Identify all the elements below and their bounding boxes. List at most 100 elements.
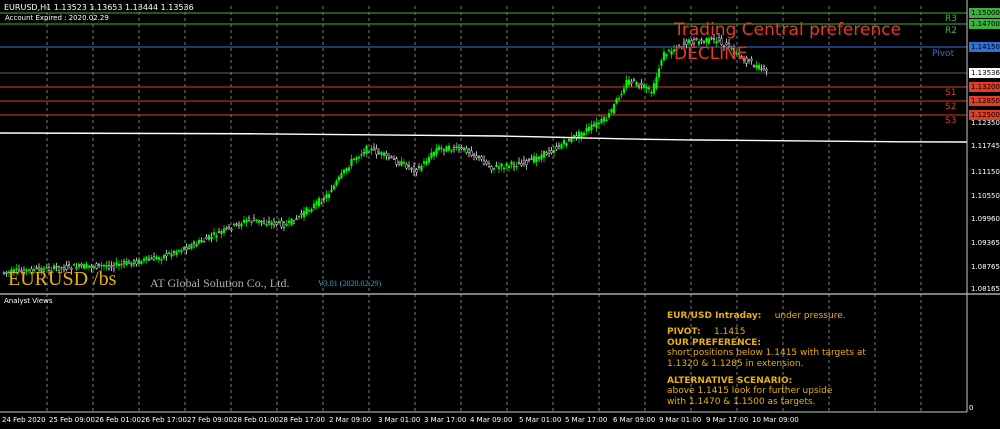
candle-body xyxy=(660,60,663,66)
candle-body xyxy=(380,152,383,155)
candle-body xyxy=(315,201,318,205)
candle-body xyxy=(687,39,691,44)
candle-body xyxy=(412,166,416,172)
candle-body xyxy=(432,151,436,157)
y-axis-label: 1.09365 xyxy=(971,239,1000,247)
candle-body xyxy=(340,172,343,179)
candle-body xyxy=(402,162,406,164)
candle-body xyxy=(307,210,311,212)
candle-body xyxy=(647,87,651,90)
x-axis-label: 6 Mar 09:00 xyxy=(613,416,656,424)
candle-body xyxy=(517,162,521,164)
candle-body xyxy=(220,230,223,235)
candle-body xyxy=(255,219,258,222)
candle-body xyxy=(2,272,6,275)
candle-body xyxy=(395,158,398,165)
candle-body xyxy=(537,157,541,160)
candle-body xyxy=(160,258,163,261)
version-label: V3.01 (2020.02.29) xyxy=(318,279,382,288)
candle-body xyxy=(212,232,216,235)
candle-body xyxy=(145,256,148,260)
candle-body xyxy=(532,155,536,163)
candle-body xyxy=(207,235,211,240)
account-expired-label: Account Expired : 2020.02.29 xyxy=(5,14,109,22)
candle-body xyxy=(520,163,523,166)
x-axis-label: 10 Mar 09:00 xyxy=(752,416,799,424)
current-price-tag: 1.13536 xyxy=(969,68,1000,78)
s2-price-tag: 1.12850 xyxy=(969,96,1000,106)
candle-body xyxy=(155,256,158,260)
candle-body xyxy=(310,209,313,212)
candle-body xyxy=(332,185,336,190)
candle-body xyxy=(372,147,376,150)
candle-body xyxy=(665,54,668,57)
candle-body xyxy=(427,157,431,163)
candle-body xyxy=(535,156,538,162)
symbol-watermark: EURUSD /bs xyxy=(8,268,117,290)
x-axis-label: 27 Feb 09:00 xyxy=(187,416,233,424)
candle-body xyxy=(405,163,408,169)
candle-body xyxy=(282,222,286,228)
candle-body xyxy=(477,156,481,158)
candle-body xyxy=(100,264,103,267)
analyst-alternative-line2: with 1.1470 & 1.1500 as targets. xyxy=(667,397,816,407)
candle-body xyxy=(715,41,718,44)
candle-body xyxy=(230,228,233,231)
x-axis-label: 5 Mar 01:00 xyxy=(519,416,562,424)
x-axis-label: 9 Mar 17:00 xyxy=(706,416,749,424)
candle-body xyxy=(130,262,133,266)
y-axis-label: 1.08165 xyxy=(971,285,1000,293)
candle-body xyxy=(200,240,203,242)
candle-body xyxy=(385,153,388,156)
x-axis-label: 2 Mar 09:00 xyxy=(329,416,372,424)
candle-body xyxy=(620,93,623,96)
pivot-label: Pivot xyxy=(932,49,955,59)
x-axis-label: 5 Mar 17:00 xyxy=(565,416,608,424)
candle-body xyxy=(295,218,298,220)
candle-body xyxy=(630,81,633,84)
candle-body xyxy=(222,228,226,233)
candle-body xyxy=(237,223,241,227)
candle-body xyxy=(530,158,533,160)
analyst-alternative-title: ALTERNATIVE SCENARIO: xyxy=(667,376,793,386)
candle-body xyxy=(292,220,296,224)
analyst-preference-title: OUR PREFERENCE: xyxy=(667,338,761,348)
candle-body xyxy=(580,132,583,138)
candle-body xyxy=(132,260,136,264)
candle-body xyxy=(352,158,356,161)
candle-body xyxy=(190,244,193,249)
candle-body xyxy=(217,231,221,233)
candle-body xyxy=(275,222,278,225)
candle-body xyxy=(147,259,151,261)
candle-body xyxy=(205,236,208,239)
r2-label: R2 xyxy=(945,26,957,36)
candle-body xyxy=(297,216,301,218)
candle-body xyxy=(392,158,396,160)
candle-body xyxy=(457,147,461,150)
candle-body xyxy=(595,122,598,129)
candle-body xyxy=(430,152,433,158)
analyst-alternative-line1: above 1.1415 look for further upside xyxy=(667,386,833,396)
candle-body xyxy=(377,151,381,154)
candle-body xyxy=(355,157,358,160)
candle-body xyxy=(417,166,421,168)
candle-body xyxy=(585,128,588,132)
candle-body xyxy=(370,148,373,151)
candle-body xyxy=(260,220,263,223)
candle-body xyxy=(492,168,496,170)
candle-body xyxy=(397,162,401,166)
candle-body xyxy=(87,265,91,268)
s1-price-tag: 1.13200 xyxy=(969,82,1000,92)
mt4-chart-window[interactable]: EURUSD,H1 1.13523 1.13653 1.13444 1.1353… xyxy=(0,0,1000,429)
candle-body xyxy=(567,139,571,141)
candle-body xyxy=(507,165,511,169)
analyst-preference-line1: short positions below 1.1415 with target… xyxy=(667,348,866,358)
price-chart[interactable] xyxy=(0,0,1000,429)
candle-body xyxy=(72,264,76,266)
candle-body xyxy=(445,146,448,152)
candle-body xyxy=(765,69,768,72)
candle-body xyxy=(227,226,231,229)
candle-body xyxy=(667,49,671,52)
candle-body xyxy=(170,253,173,257)
candle-body xyxy=(487,163,491,167)
